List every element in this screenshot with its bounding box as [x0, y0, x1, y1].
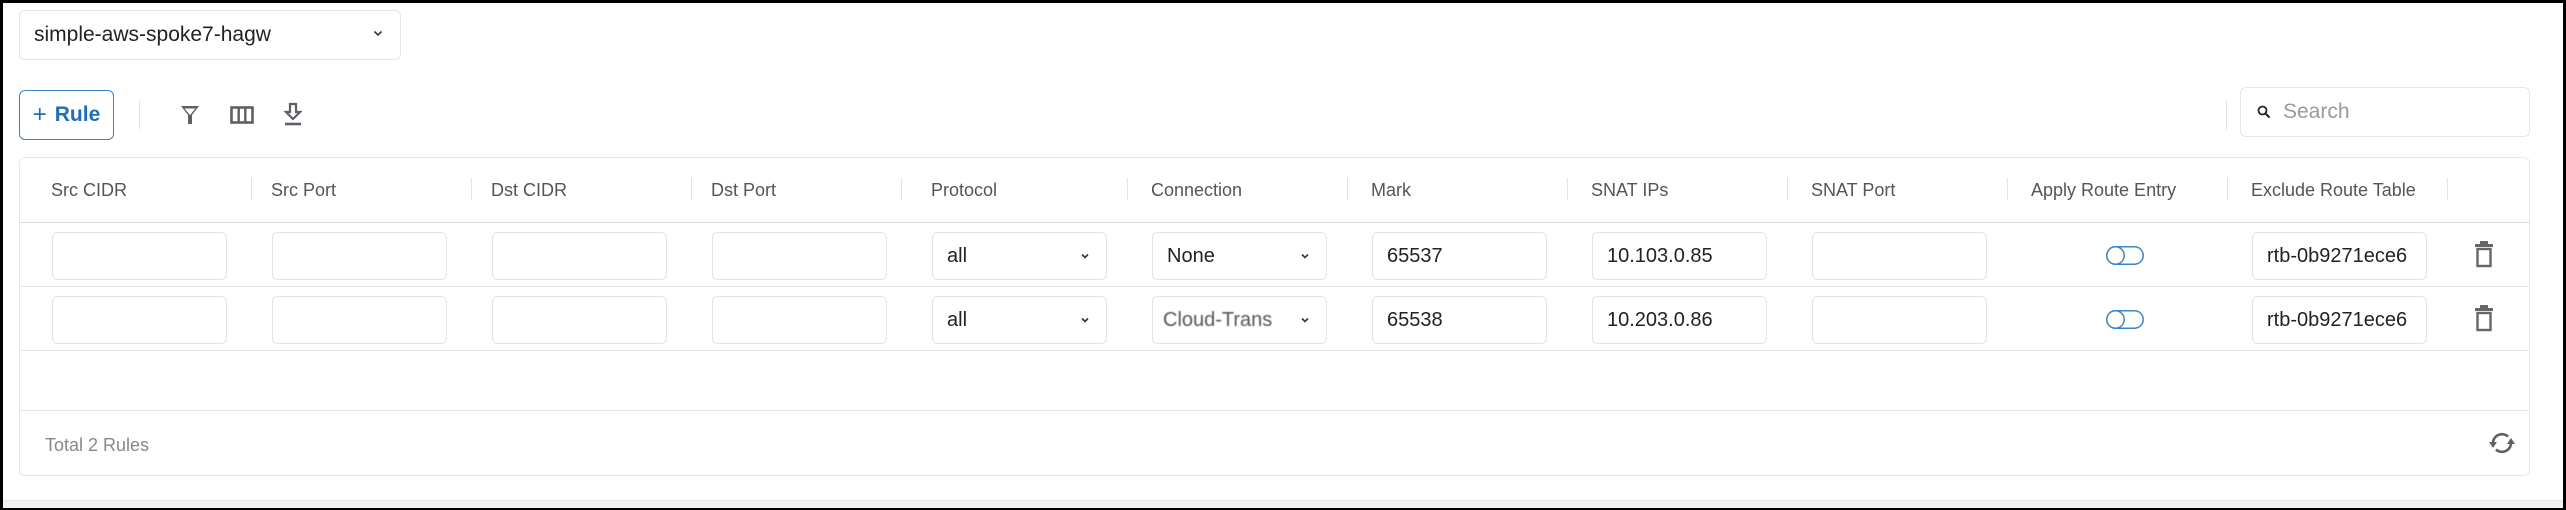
columns-button[interactable] — [228, 101, 256, 129]
connection-value: None — [1167, 244, 1215, 267]
dst-port-input[interactable] — [712, 232, 887, 280]
column-header-src-cidr[interactable]: Src CIDR — [51, 158, 127, 222]
toolbar-divider — [139, 101, 140, 129]
table-header: Src CIDR Src Port Dst CIDR Dst Port Prot… — [20, 158, 2529, 223]
chevron-down-icon — [1081, 253, 1089, 259]
column-resize-handle[interactable] — [901, 178, 902, 200]
dst-cidr-input[interactable] — [492, 232, 667, 280]
chevron-down-icon — [1301, 317, 1309, 323]
apply-route-entry-toggle[interactable] — [2106, 246, 2144, 265]
mark-input[interactable]: 65537 — [1372, 232, 1547, 280]
column-resize-handle[interactable] — [471, 178, 472, 200]
download-icon — [283, 102, 303, 126]
column-header-protocol[interactable]: Protocol — [931, 158, 997, 222]
chevron-down-icon — [1081, 317, 1089, 323]
column-resize-handle[interactable] — [691, 178, 692, 200]
gateway-select-value: simple-aws-spoke7-hagw — [34, 23, 271, 46]
column-resize-handle[interactable] — [1787, 178, 1788, 200]
column-resize-handle[interactable] — [2007, 178, 2008, 200]
filter-icon — [181, 106, 199, 124]
search-box[interactable] — [2240, 87, 2530, 137]
protocol-value: all — [947, 308, 968, 331]
page: simple-aws-spoke7-hagw + Rule Src CIDR S… — [3, 3, 2563, 507]
table-row: all None 65537 10.103.0.85 rtb-0b9271ece… — [20, 222, 2529, 287]
dst-port-input[interactable] — [712, 296, 887, 344]
add-rule-label: Rule — [54, 103, 101, 126]
src-cidr-input[interactable] — [52, 232, 227, 280]
column-header-apply-route-entry[interactable]: Apply Route Entry — [2031, 158, 2176, 222]
delete-row-button[interactable] — [2473, 304, 2495, 332]
src-port-input[interactable] — [272, 296, 447, 344]
search-divider — [2226, 100, 2227, 130]
delete-row-button[interactable] — [2473, 240, 2495, 268]
column-resize-handle[interactable] — [1347, 178, 1348, 200]
connection-select[interactable]: None — [1152, 232, 1327, 280]
gateway-select[interactable]: simple-aws-spoke7-hagw — [19, 10, 401, 60]
chevron-down-icon — [1301, 253, 1309, 259]
column-header-dst-cidr[interactable]: Dst CIDR — [491, 158, 567, 222]
total-rules-label: Total 2 Rules — [45, 435, 150, 455]
column-resize-handle[interactable] — [251, 178, 252, 200]
protocol-select[interactable]: all — [932, 232, 1107, 280]
mark-input[interactable]: 65538 — [1372, 296, 1547, 344]
src-port-input[interactable] — [272, 232, 447, 280]
dst-cidr-input[interactable] — [492, 296, 667, 344]
snat-port-input[interactable] — [1812, 296, 1987, 344]
search-icon — [2257, 105, 2271, 119]
connection-value: Cloud-Trans — [1163, 308, 1273, 331]
column-header-mark[interactable]: Mark — [1371, 158, 1411, 222]
column-header-snat-port[interactable]: SNAT Port — [1811, 158, 1895, 222]
column-header-snat-ips[interactable]: SNAT IPs — [1591, 158, 1668, 222]
rules-table: Src CIDR Src Port Dst CIDR Dst Port Prot… — [19, 157, 2530, 476]
plus-icon: + — [32, 101, 47, 128]
column-resize-handle[interactable] — [2447, 178, 2448, 200]
columns-icon — [230, 106, 254, 124]
exclude-route-table-input[interactable]: rtb-0b9271ece6 — [2252, 296, 2427, 344]
column-header-exclude-route-table[interactable]: Exclude Route Table — [2251, 158, 2416, 222]
snat-ips-input[interactable]: 10.203.0.86 — [1592, 296, 1767, 344]
add-rule-button[interactable]: + Rule — [19, 90, 114, 140]
src-cidr-input[interactable] — [52, 296, 227, 344]
apply-route-entry-toggle[interactable] — [2106, 310, 2144, 329]
search-input[interactable] — [2281, 99, 2505, 125]
filter-button[interactable] — [176, 101, 204, 129]
column-header-src-port[interactable]: Src Port — [271, 158, 336, 222]
page-bottom-edge — [3, 500, 2563, 508]
table-row: all Cloud-Trans 65538 10.203.0.86 rtb-0b… — [20, 286, 2529, 351]
column-header-connection[interactable]: Connection — [1151, 158, 1242, 222]
chevron-down-icon — [373, 30, 383, 37]
column-resize-handle[interactable] — [1567, 178, 1568, 200]
connection-select[interactable]: Cloud-Trans — [1152, 296, 1327, 344]
snat-ips-input[interactable]: 10.103.0.85 — [1592, 232, 1767, 280]
column-header-dst-port[interactable]: Dst Port — [711, 158, 776, 222]
refresh-icon[interactable] — [2487, 428, 2517, 458]
protocol-select[interactable]: all — [932, 296, 1107, 344]
column-resize-handle[interactable] — [1127, 178, 1128, 200]
snat-port-input[interactable] — [1812, 232, 1987, 280]
exclude-route-table-input[interactable]: rtb-0b9271ece6 — [2252, 232, 2427, 280]
table-empty-space — [20, 350, 2529, 411]
download-button[interactable] — [279, 101, 307, 129]
protocol-value: all — [947, 244, 968, 267]
column-resize-handle[interactable] — [2227, 178, 2228, 200]
